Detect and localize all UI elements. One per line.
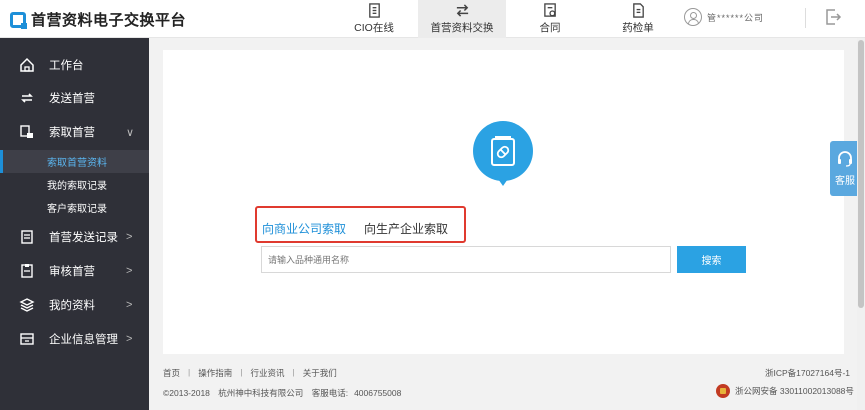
sidebar-item-my-materials[interactable]: 我的资料 > bbox=[0, 288, 149, 322]
chevron-right-icon: > bbox=[126, 299, 133, 311]
sidebar: 工作台 发送首营 索取首营 ∨ 索取首营资料 我的索取记录 客户索取记录 首营发… bbox=[0, 38, 149, 410]
phone-number: 4006755008 bbox=[354, 388, 402, 398]
police-badge-icon bbox=[716, 384, 730, 398]
sidebar-subitem-request-materials[interactable]: 索取首营资料 bbox=[0, 150, 149, 173]
footer-separator: | bbox=[292, 367, 295, 377]
sidebar-item-send-records[interactable]: 首营发送记录 > bbox=[0, 220, 149, 254]
footer-link-home[interactable]: 首页 bbox=[163, 367, 180, 379]
audit-icon bbox=[21, 264, 33, 278]
user-name: 管******公司 bbox=[707, 12, 765, 23]
sidebar-item-label: 发送首营 bbox=[49, 93, 95, 105]
nav-contract-label: 合同 bbox=[539, 22, 561, 34]
nav-contract[interactable]: 合同 bbox=[506, 0, 594, 38]
sidebar-item-label: 首营发送记录 bbox=[49, 232, 118, 244]
bubble-tail bbox=[496, 176, 510, 186]
footer-separator: | bbox=[240, 367, 243, 377]
police-record[interactable]: 浙公网安备 33011002013088号 bbox=[716, 384, 854, 398]
copyright-years: ©2013-2018 bbox=[163, 388, 210, 398]
headset-icon bbox=[838, 151, 852, 167]
sidebar-item-audit[interactable]: 审核首营 > bbox=[0, 254, 149, 288]
sidebar-subitem-customer-requests[interactable]: 客户索取记录 bbox=[0, 196, 149, 219]
request-hand-icon bbox=[20, 125, 33, 138]
chevron-right-icon: > bbox=[126, 265, 133, 277]
company-icon bbox=[20, 333, 34, 345]
tab-manufacturer[interactable]: 向生产企业索取 bbox=[364, 220, 448, 237]
header-divider bbox=[805, 8, 806, 28]
sidebar-item-workbench[interactable]: 工作台 bbox=[0, 48, 149, 82]
police-record-text: 浙公网安备 33011002013088号 bbox=[735, 386, 854, 396]
top-nav: CIO在线 首营资料交换 合同 药检单 bbox=[330, 0, 682, 38]
sidebar-item-company-info[interactable]: 企业信息管理 > bbox=[0, 322, 149, 356]
scrollbar-thumb[interactable] bbox=[858, 40, 864, 308]
home-icon bbox=[20, 57, 34, 72]
footer-separator: | bbox=[188, 367, 191, 377]
phone-label: 客服电话: bbox=[311, 388, 349, 398]
sidebar-item-label: 我的资料 bbox=[49, 300, 95, 312]
sidebar-item-send[interactable]: 发送首营 bbox=[0, 81, 149, 115]
search-button[interactable]: 搜索 bbox=[677, 246, 746, 273]
product-name-search-input[interactable] bbox=[261, 246, 671, 273]
cio-online-icon bbox=[368, 3, 380, 18]
logo-mark-icon bbox=[10, 11, 27, 29]
sidebar-item-request[interactable]: 索取首营 ∨ bbox=[0, 115, 149, 149]
layers-icon bbox=[19, 298, 35, 312]
sidebar-subitem-my-requests[interactable]: 我的索取记录 bbox=[0, 173, 149, 196]
sidebar-item-label: 索取首营 bbox=[49, 127, 95, 139]
request-illustration bbox=[473, 121, 533, 181]
tab-commercial-company[interactable]: 向商业公司索取 bbox=[262, 220, 346, 237]
app-logo[interactable]: 首营资料电子交换平台 bbox=[10, 9, 186, 30]
chevron-right-icon: > bbox=[126, 333, 133, 345]
drug-report-icon bbox=[632, 3, 644, 18]
sidebar-item-label: 工作台 bbox=[49, 60, 84, 72]
chevron-right-icon: > bbox=[126, 231, 133, 243]
footer-link-about[interactable]: 关于我们 bbox=[303, 367, 337, 379]
top-header: 首营资料电子交换平台 CIO在线 首营资料交换 合同 药检单 管******公司 bbox=[0, 0, 865, 38]
footer-copyright: ©2013-2018 杭州神中科技有限公司 客服电话: 4006755008 bbox=[163, 387, 407, 399]
nav-drug-report-label: 药检单 bbox=[622, 22, 654, 34]
company-name: 杭州神中科技有限公司 bbox=[218, 388, 304, 398]
sidebar-item-label: 企业信息管理 bbox=[49, 334, 118, 346]
content-card bbox=[163, 50, 844, 354]
nav-cio-online[interactable]: CIO在线 bbox=[330, 0, 418, 38]
medicine-capsule-icon bbox=[491, 136, 515, 166]
nav-exchange-label: 首营资料交换 bbox=[430, 22, 494, 34]
customer-service-widget[interactable]: 客服 bbox=[830, 141, 860, 196]
sidebar-item-label: 审核首营 bbox=[49, 266, 95, 278]
nav-drug-report[interactable]: 药检单 bbox=[594, 0, 682, 38]
user-menu[interactable]: 管******公司 bbox=[684, 8, 764, 26]
customer-service-label: 客服 bbox=[835, 176, 855, 187]
send-loop-icon bbox=[21, 93, 33, 103]
exchange-arrows-icon bbox=[456, 4, 468, 17]
chevron-down-icon: ∨ bbox=[126, 126, 135, 139]
icp-record[interactable]: 浙ICP备17027164号-1 bbox=[750, 367, 850, 379]
send-record-icon bbox=[21, 230, 33, 244]
nav-exchange[interactable]: 首营资料交换 bbox=[418, 0, 506, 38]
footer-link-guide[interactable]: 操作指南 bbox=[198, 367, 232, 379]
app-title: 首营资料电子交换平台 bbox=[31, 12, 187, 29]
footer-link-news[interactable]: 行业资讯 bbox=[250, 367, 284, 379]
footer-links: 首页 | 操作指南 | 行业资讯 | 关于我们 bbox=[163, 367, 337, 379]
contract-icon bbox=[543, 3, 556, 17]
nav-cio-online-label: CIO在线 bbox=[354, 22, 394, 34]
logout-icon[interactable] bbox=[824, 8, 842, 26]
user-avatar-icon bbox=[684, 8, 702, 26]
